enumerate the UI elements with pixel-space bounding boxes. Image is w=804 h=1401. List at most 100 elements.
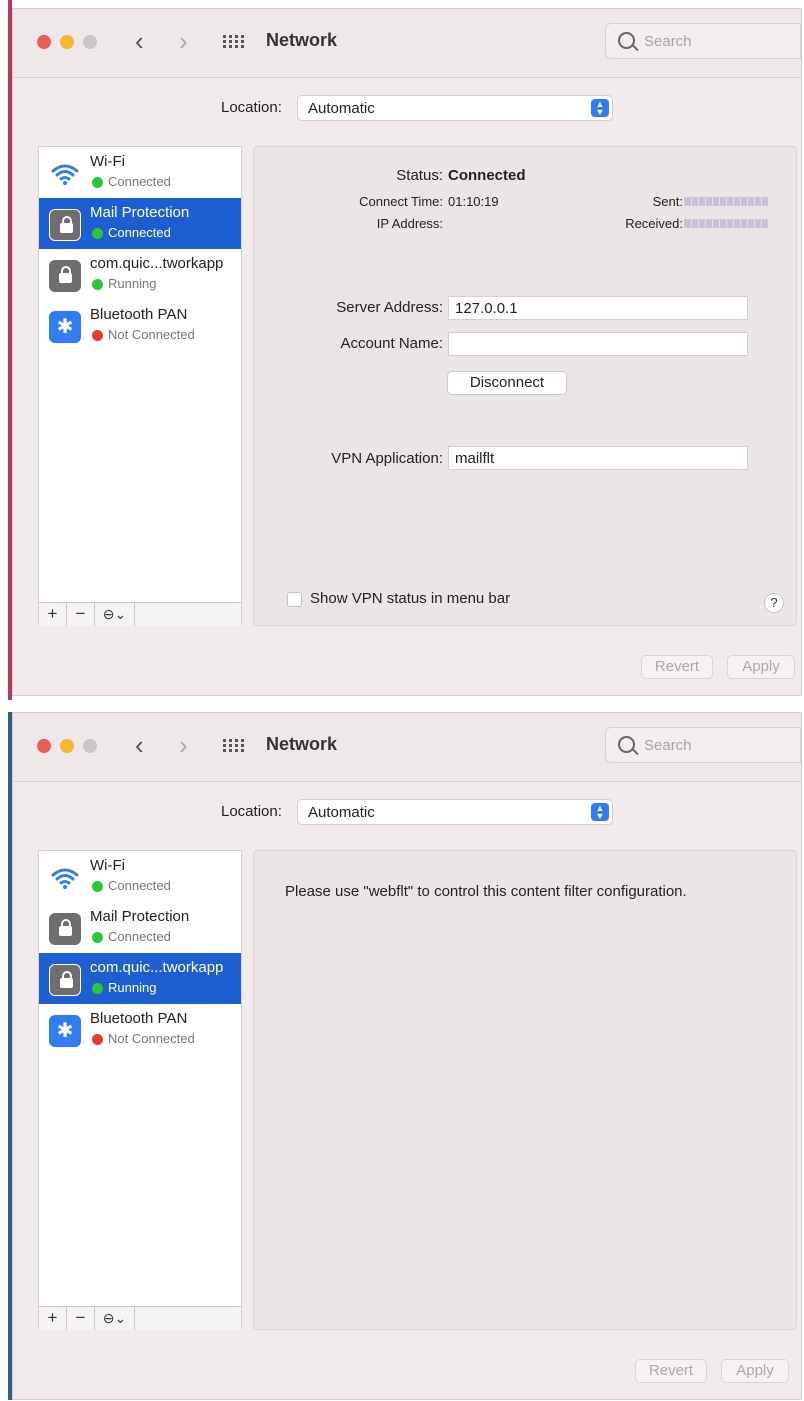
service-status: Connected — [108, 929, 171, 944]
received-label: Received: — [625, 216, 683, 231]
content-filter-message: Please use "webflt" to control this cont… — [285, 883, 687, 900]
status-dot-icon — [92, 228, 103, 239]
service-list-toolbar: + − ⊖⌄ — [39, 602, 241, 626]
select-arrows-icon: ▲ ▼ — [591, 99, 609, 117]
service-item-com-quic-networkapp[interactable]: com.quic...tworkapp Running — [39, 953, 241, 1004]
add-service-button[interactable]: + — [39, 1307, 67, 1330]
window-title: Network — [266, 734, 338, 754]
service-list: Wi-Fi Connected Mail Protection Connecte… — [38, 850, 242, 1330]
search-icon — [618, 32, 635, 49]
show-vpn-status-checkbox[interactable] — [287, 592, 302, 607]
show-vpn-status-label: Show VPN status in menu bar — [310, 590, 511, 607]
service-name: Wi-Fi — [90, 153, 125, 170]
back-chevron-icon[interactable]: ‹ — [135, 729, 144, 761]
service-item-mail-protection[interactable]: Mail Protection Connected — [39, 198, 241, 249]
bluetooth-icon: ✱ — [49, 1015, 81, 1047]
revert-button[interactable]: Revert — [635, 1359, 707, 1383]
server-address-label: Server Address: — [336, 299, 443, 316]
vpn-application-label: VPN Application: — [331, 450, 443, 467]
service-list: Wi-Fi Connected Mail Protection Connecte… — [38, 146, 242, 626]
select-arrows-icon: ▲ ▼ — [591, 803, 609, 821]
remove-service-button[interactable]: − — [67, 1307, 95, 1330]
status-label: Status: — [396, 167, 443, 184]
wifi-icon — [49, 158, 81, 190]
search-field[interactable]: Search — [605, 727, 801, 763]
search-icon — [618, 736, 635, 753]
service-name: Bluetooth PAN — [90, 1010, 188, 1027]
service-item-mail-protection[interactable]: Mail Protection Connected — [39, 902, 241, 953]
status-dot-icon — [92, 177, 103, 188]
close-button[interactable] — [37, 35, 51, 49]
service-status: Connected — [108, 174, 171, 189]
service-name: Wi-Fi — [90, 857, 125, 874]
search-placeholder: Search — [644, 737, 692, 754]
forward-chevron-icon[interactable]: › — [179, 729, 188, 761]
action-menu-button[interactable]: ⊖⌄ — [95, 603, 135, 626]
apply-button[interactable]: Apply — [721, 1359, 789, 1383]
location-label: Location: — [221, 803, 282, 820]
ip-address-label: IP Address: — [376, 216, 443, 231]
search-placeholder: Search — [644, 33, 692, 50]
network-preferences-window: ‹ › Network Search Location: Automatic ▲… — [12, 712, 802, 1400]
status-dot-icon — [92, 1034, 103, 1045]
account-name-label: Account Name: — [340, 335, 443, 352]
account-name-field[interactable] — [448, 332, 748, 356]
lock-icon — [49, 209, 81, 241]
location-select[interactable]: Automatic ▲ ▼ — [297, 799, 613, 825]
content-filter-detail-pane: Please use "webflt" to control this cont… — [253, 850, 797, 1330]
sent-meter — [684, 197, 768, 206]
service-list-toolbar: + − ⊖⌄ — [39, 1306, 241, 1330]
zoom-button[interactable] — [83, 739, 97, 753]
service-name: Bluetooth PAN — [90, 306, 188, 323]
back-chevron-icon[interactable]: ‹ — [135, 25, 144, 57]
revert-button[interactable]: Revert — [641, 655, 713, 679]
show-all-grid-icon[interactable] — [223, 35, 245, 49]
search-field[interactable]: Search — [605, 23, 801, 59]
add-service-button[interactable]: + — [39, 603, 67, 626]
remove-service-button[interactable]: − — [67, 603, 95, 626]
service-item-bluetooth-pan[interactable]: ✱ Bluetooth PAN Not Connected — [39, 300, 241, 351]
service-status: Not Connected — [108, 327, 195, 342]
vpn-detail-pane: Status: Connected Connect Time: 01:10:19… — [253, 146, 797, 626]
disconnect-button[interactable]: Disconnect — [447, 371, 567, 395]
lock-icon — [49, 964, 81, 996]
connect-time-label: Connect Time: — [359, 194, 443, 209]
action-menu-button[interactable]: ⊖⌄ — [95, 1307, 135, 1330]
help-button[interactable]: ? — [764, 593, 784, 613]
location-value: Automatic — [308, 100, 375, 117]
service-item-com-quic-networkapp[interactable]: com.quic...tworkapp Running — [39, 249, 241, 300]
wifi-icon — [49, 862, 81, 894]
status-dot-icon — [92, 983, 103, 994]
toolbar: ‹ › Network Search — [13, 9, 801, 78]
location-select[interactable]: Automatic ▲ ▼ — [297, 95, 613, 121]
close-button[interactable] — [37, 739, 51, 753]
show-all-grid-icon[interactable] — [223, 739, 245, 753]
service-name: com.quic...tworkapp — [90, 959, 224, 976]
network-preferences-window: ‹ › Network Search Location: Automatic ▲… — [12, 8, 802, 696]
forward-chevron-icon[interactable]: › — [179, 25, 188, 57]
status-dot-icon — [92, 279, 103, 290]
zoom-button[interactable] — [83, 35, 97, 49]
status-dot-icon — [92, 330, 103, 341]
sent-label: Sent: — [652, 194, 683, 209]
server-address-field[interactable]: 127.0.0.1 — [448, 296, 748, 320]
service-item-wifi[interactable]: Wi-Fi Connected — [39, 147, 241, 198]
vpn-application-field[interactable]: mailflt — [448, 446, 748, 470]
location-label: Location: — [221, 99, 282, 116]
toolbar: ‹ › Network Search — [13, 713, 801, 782]
service-name: Mail Protection — [90, 204, 190, 221]
apply-button[interactable]: Apply — [727, 655, 795, 679]
window-title: Network — [266, 30, 338, 50]
lock-icon — [49, 260, 81, 292]
status-dot-icon — [92, 881, 103, 892]
service-name: Mail Protection — [90, 908, 190, 925]
service-item-wifi[interactable]: Wi-Fi Connected — [39, 851, 241, 902]
status-value: Connected — [448, 167, 526, 184]
service-name: com.quic...tworkapp — [90, 255, 224, 272]
minimize-button[interactable] — [60, 739, 74, 753]
minimize-button[interactable] — [60, 35, 74, 49]
service-item-bluetooth-pan[interactable]: ✱ Bluetooth PAN Not Connected — [39, 1004, 241, 1055]
status-dot-icon — [92, 932, 103, 943]
lock-icon — [49, 913, 81, 945]
service-status: Not Connected — [108, 1031, 195, 1046]
